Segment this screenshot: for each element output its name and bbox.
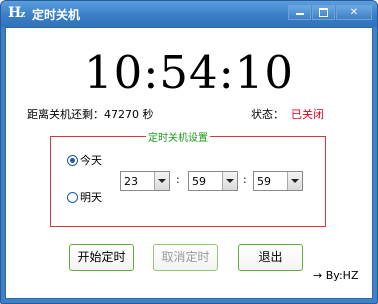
title-bar[interactable]: Hz 定时关机 ✕ — [1, 1, 377, 27]
remaining-seconds-label: 距离关机还剩：47270 秒 — [27, 108, 154, 121]
minute-second-separator: : — [243, 173, 247, 186]
radio-today-label: 今天 — [80, 154, 102, 167]
dropdown-arrow-icon[interactable] — [222, 172, 237, 190]
group-title: 定时关机设置 — [146, 129, 210, 144]
close-icon: ✕ — [349, 7, 359, 18]
status-label: 状态： — [251, 108, 284, 121]
exit-button[interactable]: 退出 — [238, 244, 303, 271]
client-area: 10:54:10 距离关机还剩：47270 秒 状态： 已关闭 定时关机设置 今… — [5, 27, 373, 299]
current-time-display: 10:54:10 — [83, 46, 295, 99]
radio-icon — [67, 154, 78, 166]
radio-icon — [67, 191, 78, 203]
shutdown-settings-group: 定时关机设置 今天 明天 23 : 59 : 59 — [50, 129, 326, 227]
window-title: 定时关机 — [32, 8, 81, 22]
minute-select[interactable]: 59 — [188, 171, 238, 191]
status-value: 已关闭 — [291, 108, 324, 121]
radio-tomorrow-label: 明天 — [80, 191, 102, 204]
second-value: 59 — [257, 175, 271, 188]
minimize-button[interactable] — [288, 5, 311, 20]
app-icon: Hz — [8, 5, 25, 21]
minute-value: 59 — [192, 175, 206, 188]
close-button[interactable]: ✕ — [336, 5, 372, 20]
hour-minute-separator: : — [176, 173, 180, 186]
hour-select[interactable]: 23 — [120, 171, 170, 191]
radio-tomorrow[interactable]: 明天 — [67, 189, 102, 205]
radio-today[interactable]: 今天 — [67, 152, 102, 168]
window-controls: ✕ — [287, 5, 372, 20]
author-byline: → By:HZ — [313, 269, 359, 282]
maximize-button[interactable] — [312, 5, 335, 20]
minimize-icon — [295, 13, 304, 15]
app-window: Hz 定时关机 ✕ 10:54:10 距离关机还剩：47270 秒 状态： 已关… — [0, 0, 378, 304]
start-timer-button[interactable]: 开始定时 — [69, 244, 134, 271]
second-select[interactable]: 59 — [253, 171, 303, 191]
dropdown-arrow-icon[interactable] — [154, 172, 169, 190]
cancel-timer-button[interactable]: 取消定时 — [153, 244, 218, 271]
hour-value: 23 — [124, 175, 138, 188]
maximize-icon — [319, 7, 328, 17]
dropdown-arrow-icon[interactable] — [287, 172, 302, 190]
